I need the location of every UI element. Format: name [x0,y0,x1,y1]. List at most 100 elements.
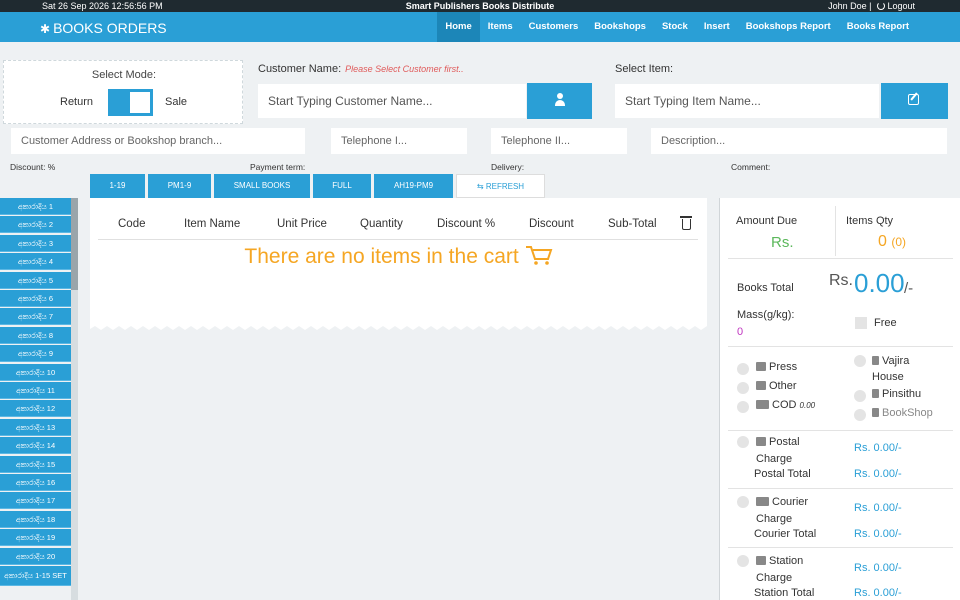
postal-radio[interactable] [737,436,749,448]
top-status-bar: Sat 26 Sep 2026 12:56:56 PM Smart Publis… [0,0,960,12]
sidebar-item[interactable]: අකාරාදිය 6 [0,290,71,307]
books-total-value: 0.00 [854,268,905,298]
sidebar-item[interactable]: අකාරාදිය 16 [0,474,71,491]
vajira-radio[interactable] [854,355,866,367]
sidebar-item[interactable]: අකාරාදිය 13 [0,418,71,436]
gear-icon: ✱ [40,22,51,36]
mode-toggle[interactable] [108,89,153,116]
mode-return-label: Return [60,96,94,108]
bookshop-label: BookShop [882,407,933,419]
sidebar-item[interactable]: අකාරාදිය 3 [0,234,71,252]
mass-value: 0 [737,326,744,338]
sidebar-item[interactable]: අකාරාදිය 9 [0,345,71,363]
cod-value: 0.00 [799,401,816,410]
tab-ah19-pm9[interactable]: AH19-PM9 [374,174,453,198]
sidebar-item[interactable]: අකාරාදිය 1 [0,198,71,215]
truck-icon [756,497,769,506]
sidebar-item[interactable]: අකාරාදිය 5 [0,271,71,289]
cart-icon [525,246,552,265]
sidebar-item[interactable]: අකාරාදිය 12 [0,400,71,418]
customer-search-button[interactable] [527,83,592,119]
sidebar-item[interactable]: අකාරාදිය 10 [0,363,71,381]
col-quantity: Quantity [360,218,403,230]
item-edit-button[interactable] [881,83,948,119]
category-sidebar[interactable]: අකාරාදිය 1 අකාරාදිය 2 අකාරාදිය 3 අකාරාදි… [0,198,78,600]
free-checkbox[interactable] [855,317,867,329]
books-total-rs: Rs. [829,272,853,289]
postal-total-value: Rs. 0.00/- [854,468,902,480]
sidebar-item[interactable]: අකාරාදිය 2 [0,216,71,234]
nav-insert[interactable]: Insert [696,12,738,42]
separator [728,547,953,548]
nav-customers[interactable]: Customers [521,12,587,42]
pinsithu-label: Pinsithu [882,388,922,400]
tab-small-books[interactable]: SMALL BOOKS [214,174,310,198]
group-icon [756,362,766,371]
order-summary-panel: Amount Due Rs. Items Qty 0 (0) Books Tot… [719,198,960,600]
station-total-label: Station Total [754,587,815,599]
other-radio[interactable] [737,382,749,394]
col-discount-pct: Discount % [437,218,496,230]
sidebar-item[interactable]: අකාරාදිය 4 [0,253,71,271]
nav-stock[interactable]: Stock [654,12,696,42]
customer-address-input[interactable]: Customer Address or Bookshop branch... [11,128,305,154]
logout-link[interactable]: Logout [887,1,915,11]
delivery-label: Delivery: [491,162,525,172]
user-icon [554,93,566,107]
press-radio[interactable] [737,363,749,375]
pinsithu-radio[interactable] [854,390,866,402]
col-sub-total: Sub-Total [608,218,657,230]
sidebar-item[interactable]: අකාරාදිය 18 [0,510,71,528]
telephone-2-input[interactable]: Telephone II... [491,128,627,154]
courier-total-value: Rs. 0.00/- [854,528,902,540]
telephone-1-input[interactable]: Telephone I... [331,128,467,154]
refresh-button[interactable]: ⇆ REFRESH [456,174,545,198]
customer-warning: Please Select Customer first.. [345,64,464,74]
building-icon [872,389,879,398]
sidebar-item[interactable]: අකාරාදිය 17 [0,492,71,510]
user-area: John Doe | Logout [828,0,915,12]
item-name-input[interactable]: Start Typing Item Name... [615,84,879,118]
postal-charge-value: Rs. 0.00/- [854,442,902,454]
nav-books-report[interactable]: Books Report [839,12,917,42]
station-radio[interactable] [737,555,749,567]
summary-divider [835,206,836,256]
pinsithu-option: Pinsithu [872,388,921,400]
sidebar-item[interactable]: අකාරාදිය 7 [0,308,71,326]
separator [728,430,953,431]
cod-radio[interactable] [737,401,749,413]
nav-home[interactable]: Home [437,12,480,42]
courier-radio[interactable] [737,496,749,508]
sidebar-item[interactable]: අකාරාදිය 1-15 SET [0,566,71,586]
sidebar-item[interactable]: අකාරාදිය 11 [0,382,71,399]
tab-1-19[interactable]: 1-19 [90,174,145,198]
sidebar-item[interactable]: අකාරාදිය 20 [0,547,71,565]
nav-bookshops[interactable]: Bookshops [586,12,654,42]
station-total-value: Rs. 0.00/- [854,587,902,599]
tab-full[interactable]: FULL [313,174,371,198]
tab-pm1-9[interactable]: PM1-9 [148,174,211,198]
courier-charge-value: Rs. 0.00/- [854,502,902,514]
vajira-option: Vajira House [872,353,942,385]
nav-items[interactable]: Items [480,12,521,42]
customer-name-input[interactable]: Start Typing Customer Name... [258,84,526,118]
nav-bookshops-report[interactable]: Bookshops Report [738,12,839,42]
cart-zigzag-edge [90,323,707,330]
col-code: Code [118,218,146,230]
discount-label: Discount: % [10,162,56,172]
customer-name-label: Customer Name: Please Select Customer fir… [258,63,464,75]
trash-icon[interactable] [680,216,692,230]
sidebar-item[interactable]: අකාරාදිය 14 [0,437,71,455]
bookshop-radio[interactable] [854,409,866,421]
sidebar-item[interactable]: අකාරාදිය 19 [0,529,71,547]
sidebar-item[interactable]: අකාරාදිය 8 [0,326,71,344]
sidebar-scroll-thumb[interactable] [71,198,78,290]
mode-title: Select Mode: [91,69,157,81]
toggle-knob [130,92,150,113]
user-name: John Doe | [828,1,872,11]
sidebar-item[interactable]: අකාරාදිය 15 [0,455,71,473]
truck-icon [756,400,769,409]
brand[interactable]: ✱ BOOKS ORDERS [40,20,167,36]
price-tabs: 1-19 PM1-9 SMALL BOOKS FULL AH19-PM9 ⇆ R… [90,174,545,198]
description-input[interactable]: Description... [651,128,947,154]
